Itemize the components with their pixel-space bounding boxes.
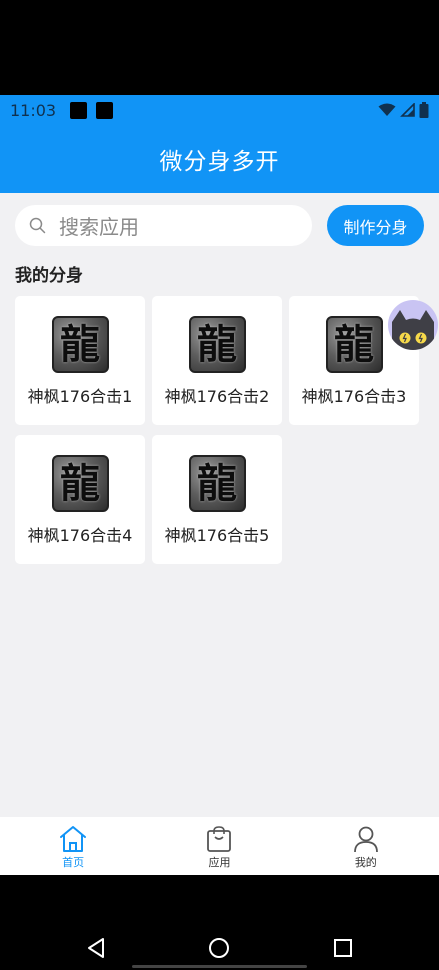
tab-label: 应用 — [208, 856, 231, 869]
notification-icon — [70, 101, 88, 119]
battery-icon — [419, 102, 429, 118]
clone-name: 神枫176合击1 — [27, 387, 133, 406]
app-icon: 龍 — [51, 455, 109, 512]
tab-label: 我的 — [354, 856, 377, 869]
clone-name: 神枫176合击2 — [164, 387, 270, 406]
bag-icon — [207, 826, 232, 852]
app-header: 微分身多开 — [0, 125, 439, 193]
clone-name: 神枫176合击5 — [164, 526, 270, 545]
search-icon — [29, 217, 46, 234]
clone-card[interactable]: 龍 神枫176合击1 — [15, 296, 145, 425]
section-title: 我的分身 — [15, 266, 83, 286]
app-icon: 龍 — [188, 455, 246, 512]
top-black-area — [0, 0, 439, 95]
app-icon: 龍 — [51, 316, 109, 373]
tab-mine[interactable]: 我的 — [293, 817, 439, 875]
clone-name: 神枫176合击4 — [27, 526, 133, 545]
main-content: 搜索应用 制作分身 我的分身 龍 神枫176合击1 龍 神枫176合击2 龍 神… — [0, 193, 439, 817]
tab-home[interactable]: 首页 — [0, 817, 146, 875]
status-time: 11:03 — [10, 100, 57, 120]
clone-name: 神枫176合击3 — [301, 387, 407, 406]
status-bar: 11:03 — [0, 95, 439, 125]
search-input[interactable]: 搜索应用 — [15, 205, 312, 246]
status-icons — [378, 102, 429, 118]
bottom-tab-bar: 首页 应用 我的 — [0, 817, 439, 875]
dragon-glyph: 龍 — [197, 320, 237, 368]
notification-icon — [96, 101, 114, 119]
signal-icon — [400, 103, 415, 117]
home-indicator — [132, 965, 307, 968]
dragon-glyph: 龍 — [334, 320, 374, 368]
make-clone-button[interactable]: 制作分身 — [327, 205, 424, 246]
wifi-icon — [378, 103, 396, 116]
app-icon: 龍 — [325, 316, 383, 373]
clone-card[interactable]: 龍 神枫176合击2 — [152, 296, 282, 425]
tab-label: 首页 — [62, 856, 85, 869]
dragon-glyph: 龍 — [60, 320, 100, 368]
clone-grid: 龍 神枫176合击1 龍 神枫176合击2 龍 神枫176合击3 龍 神枫176… — [15, 296, 424, 564]
home-button-icon[interactable] — [208, 937, 230, 959]
system-nav-bar — [0, 875, 439, 970]
dragon-glyph: 龍 — [60, 459, 100, 507]
clone-card[interactable]: 龍 神枫176合击4 — [15, 435, 145, 564]
search-placeholder: 搜索应用 — [59, 215, 139, 239]
dragon-glyph: 龍 — [197, 459, 237, 507]
cat-icon — [392, 310, 434, 350]
home-icon — [60, 826, 87, 852]
app-icon: 龍 — [188, 316, 246, 373]
back-icon[interactable] — [86, 937, 106, 959]
tab-apps[interactable]: 应用 — [146, 817, 292, 875]
recents-icon[interactable] — [333, 937, 353, 959]
clone-card[interactable]: 龍 神枫176合击5 — [152, 435, 282, 564]
floating-cat-button[interactable] — [388, 300, 438, 350]
page-title: 微分身多开 — [159, 149, 280, 175]
person-icon — [353, 826, 378, 853]
